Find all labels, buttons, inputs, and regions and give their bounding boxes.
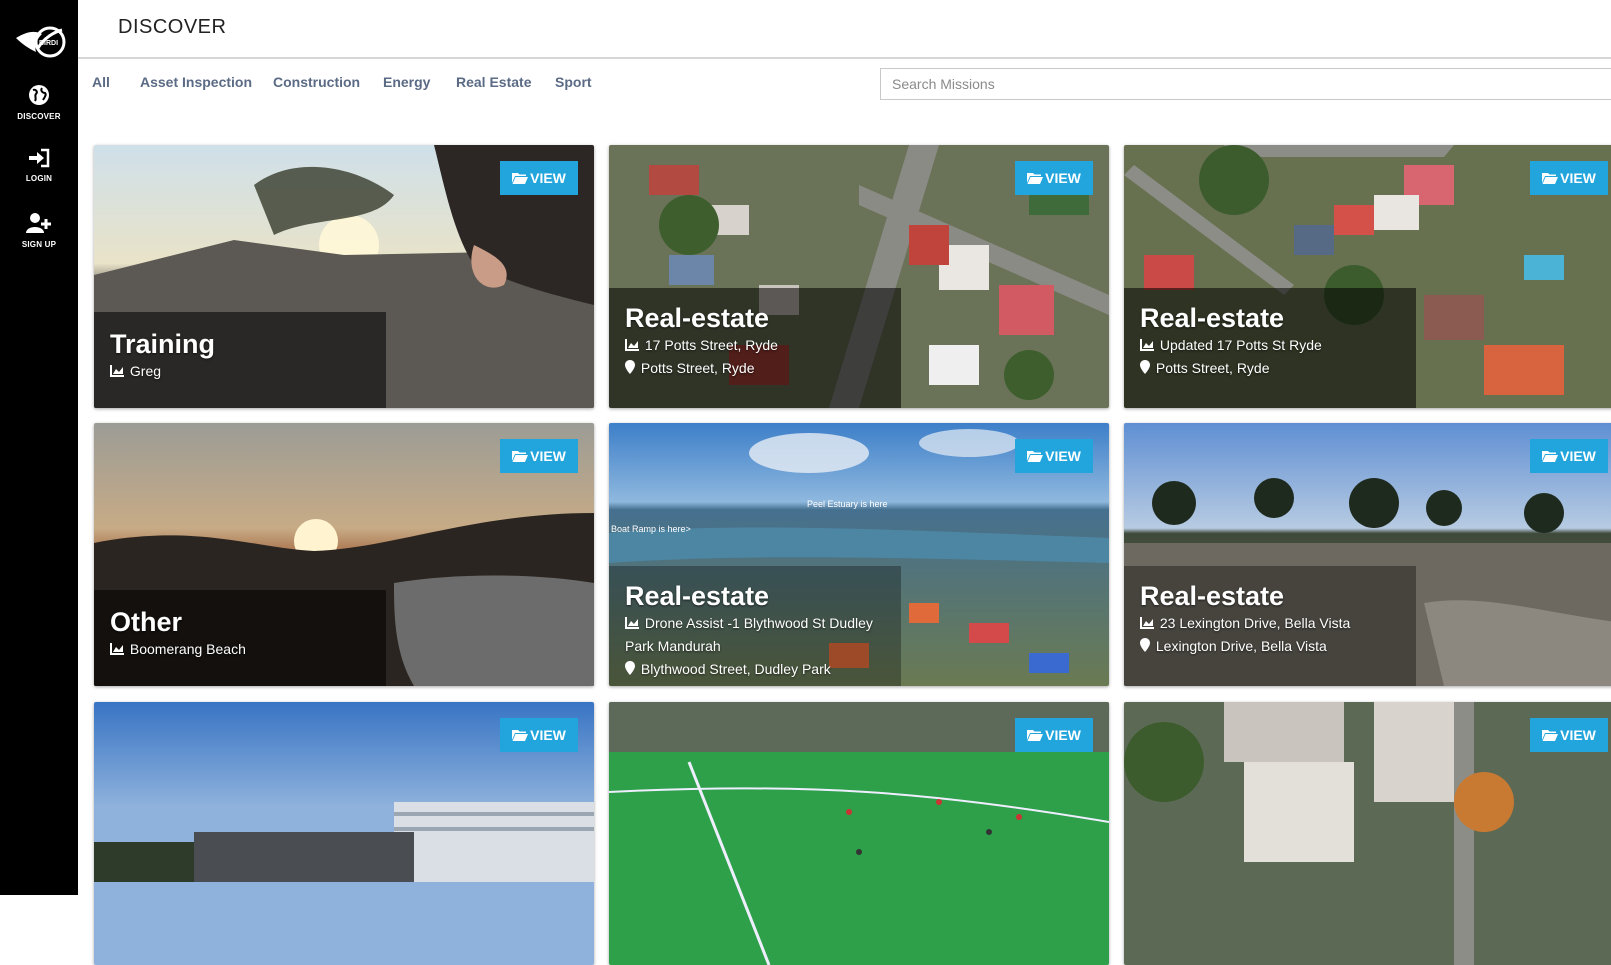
chart-icon — [1140, 339, 1154, 351]
card-title: Other — [110, 607, 183, 637]
mission-card[interactable]: VIEW Real-estate 17 Potts Street, Ryde P… — [609, 145, 1109, 408]
map-marker-icon — [625, 661, 635, 675]
card-title: Training — [110, 329, 216, 359]
folder-open-icon — [1542, 729, 1558, 741]
tab-energy[interactable]: Energy — [383, 74, 430, 90]
sidebar-item-discover[interactable]: DISCOVER — [0, 84, 78, 121]
card-info: Real-estate 17 Potts Street, Ryde Potts … — [609, 288, 901, 408]
folder-open-icon — [1542, 450, 1558, 462]
tab-construction[interactable]: Construction — [273, 74, 360, 90]
map-marker-icon — [625, 360, 635, 374]
mission-card[interactable]: VIEW Other Boomerang Beach — [94, 423, 594, 686]
mission-card[interactable]: VIEW Real-estate 23 Lexington Drive, Bel… — [1124, 423, 1611, 686]
svg-text:Boat Ramp is here>: Boat Ramp is here> — [611, 524, 691, 534]
header-bar: DISCOVER — [78, 0, 1611, 59]
chart-icon — [110, 365, 124, 377]
sidebar-item-label: LOGIN — [25, 174, 53, 183]
card-info: Real-estate Updated 17 Potts St Ryde Pot… — [1124, 288, 1416, 408]
card-owner: Drone Assist -1 Blythwood St Dudley — [625, 612, 885, 635]
view-button[interactable]: VIEW — [1530, 439, 1608, 473]
card-title: Real-estate — [625, 581, 770, 611]
card-title: Real-estate — [625, 303, 770, 333]
sidebar-item-label: SIGN UP — [21, 240, 57, 249]
card-info: Real-estate Drone Assist -1 Blythwood St… — [609, 566, 901, 686]
folder-open-icon — [512, 172, 528, 184]
mission-card[interactable]: Peel Estuary is here Boat Ramp is here> … — [609, 423, 1109, 686]
map-marker-icon — [1140, 360, 1150, 374]
folder-open-icon — [512, 729, 528, 741]
card-info: Real-estate 23 Lexington Drive, Bella Vi… — [1124, 566, 1416, 686]
sidebar: BIRDI DISCOVER LOGIN SIGN UP — [0, 0, 78, 895]
birdi-logo-text: BIRDI — [39, 40, 58, 47]
folder-open-icon — [1542, 172, 1558, 184]
svg-text:Peel Estuary is here: Peel Estuary is here — [807, 499, 888, 509]
card-location: Blythwood Street, Dudley Park — [625, 658, 885, 681]
chart-icon — [110, 643, 124, 655]
card-owner-continued: Park Mandurah — [625, 638, 721, 654]
card-title: Real-estate — [1140, 581, 1285, 611]
card-owner: Greg — [110, 360, 370, 383]
tab-all[interactable]: All — [92, 74, 110, 90]
tab-sport[interactable]: Sport — [555, 74, 592, 90]
view-button[interactable]: VIEW — [1015, 161, 1093, 195]
mission-card[interactable]: VIEW — [94, 702, 594, 965]
card-info: Other Boomerang Beach — [94, 590, 386, 686]
view-button[interactable]: VIEW — [1530, 718, 1608, 752]
view-button[interactable]: VIEW — [1015, 439, 1093, 473]
mission-card[interactable]: VIEW — [1124, 702, 1611, 965]
card-location: Potts Street, Ryde — [625, 357, 885, 380]
card-owner: Boomerang Beach — [110, 638, 370, 661]
chart-icon — [1140, 617, 1154, 629]
view-button[interactable]: VIEW — [1015, 718, 1093, 752]
view-button[interactable]: VIEW — [500, 439, 578, 473]
folder-open-icon — [1027, 172, 1043, 184]
sidebar-item-login[interactable]: LOGIN — [0, 148, 78, 183]
sidebar-item-label: DISCOVER — [17, 112, 61, 121]
chart-icon — [625, 339, 639, 351]
view-button[interactable]: VIEW — [500, 161, 578, 195]
globe-icon — [29, 85, 49, 105]
add-user-icon — [26, 213, 51, 233]
card-location: Lexington Drive, Bella Vista — [1140, 635, 1400, 658]
tab-real-estate[interactable]: Real Estate — [456, 74, 531, 90]
card-title: Real-estate — [1140, 303, 1285, 333]
card-owner: 17 Potts Street, Ryde — [625, 334, 885, 357]
search-input[interactable] — [880, 68, 1611, 100]
card-info: Training Greg — [94, 312, 386, 408]
tab-asset-inspection[interactable]: Asset Inspection — [140, 74, 252, 90]
card-owner: Updated 17 Potts St Ryde — [1140, 334, 1400, 357]
sidebar-item-sign-up[interactable]: SIGN UP — [0, 212, 78, 249]
view-button[interactable]: VIEW — [500, 718, 578, 752]
page-title: DISCOVER — [118, 16, 227, 38]
map-marker-icon — [1140, 638, 1150, 652]
mission-card[interactable]: VIEW Real-estate Updated 17 Potts St Ryd… — [1124, 145, 1611, 408]
card-location: Potts Street, Ryde — [1140, 357, 1400, 380]
svg-text:BIRDI: BIRDI — [39, 40, 58, 47]
folder-open-icon — [1027, 729, 1043, 741]
mission-card[interactable]: VIEW — [609, 702, 1109, 965]
chart-icon — [625, 617, 639, 629]
view-button[interactable]: VIEW — [1530, 161, 1608, 195]
mission-card[interactable]: VIEW Training Greg — [94, 145, 594, 408]
folder-open-icon — [1027, 450, 1043, 462]
card-owner: 23 Lexington Drive, Bella Vista — [1140, 612, 1400, 635]
login-icon — [29, 148, 50, 168]
folder-open-icon — [512, 450, 528, 462]
